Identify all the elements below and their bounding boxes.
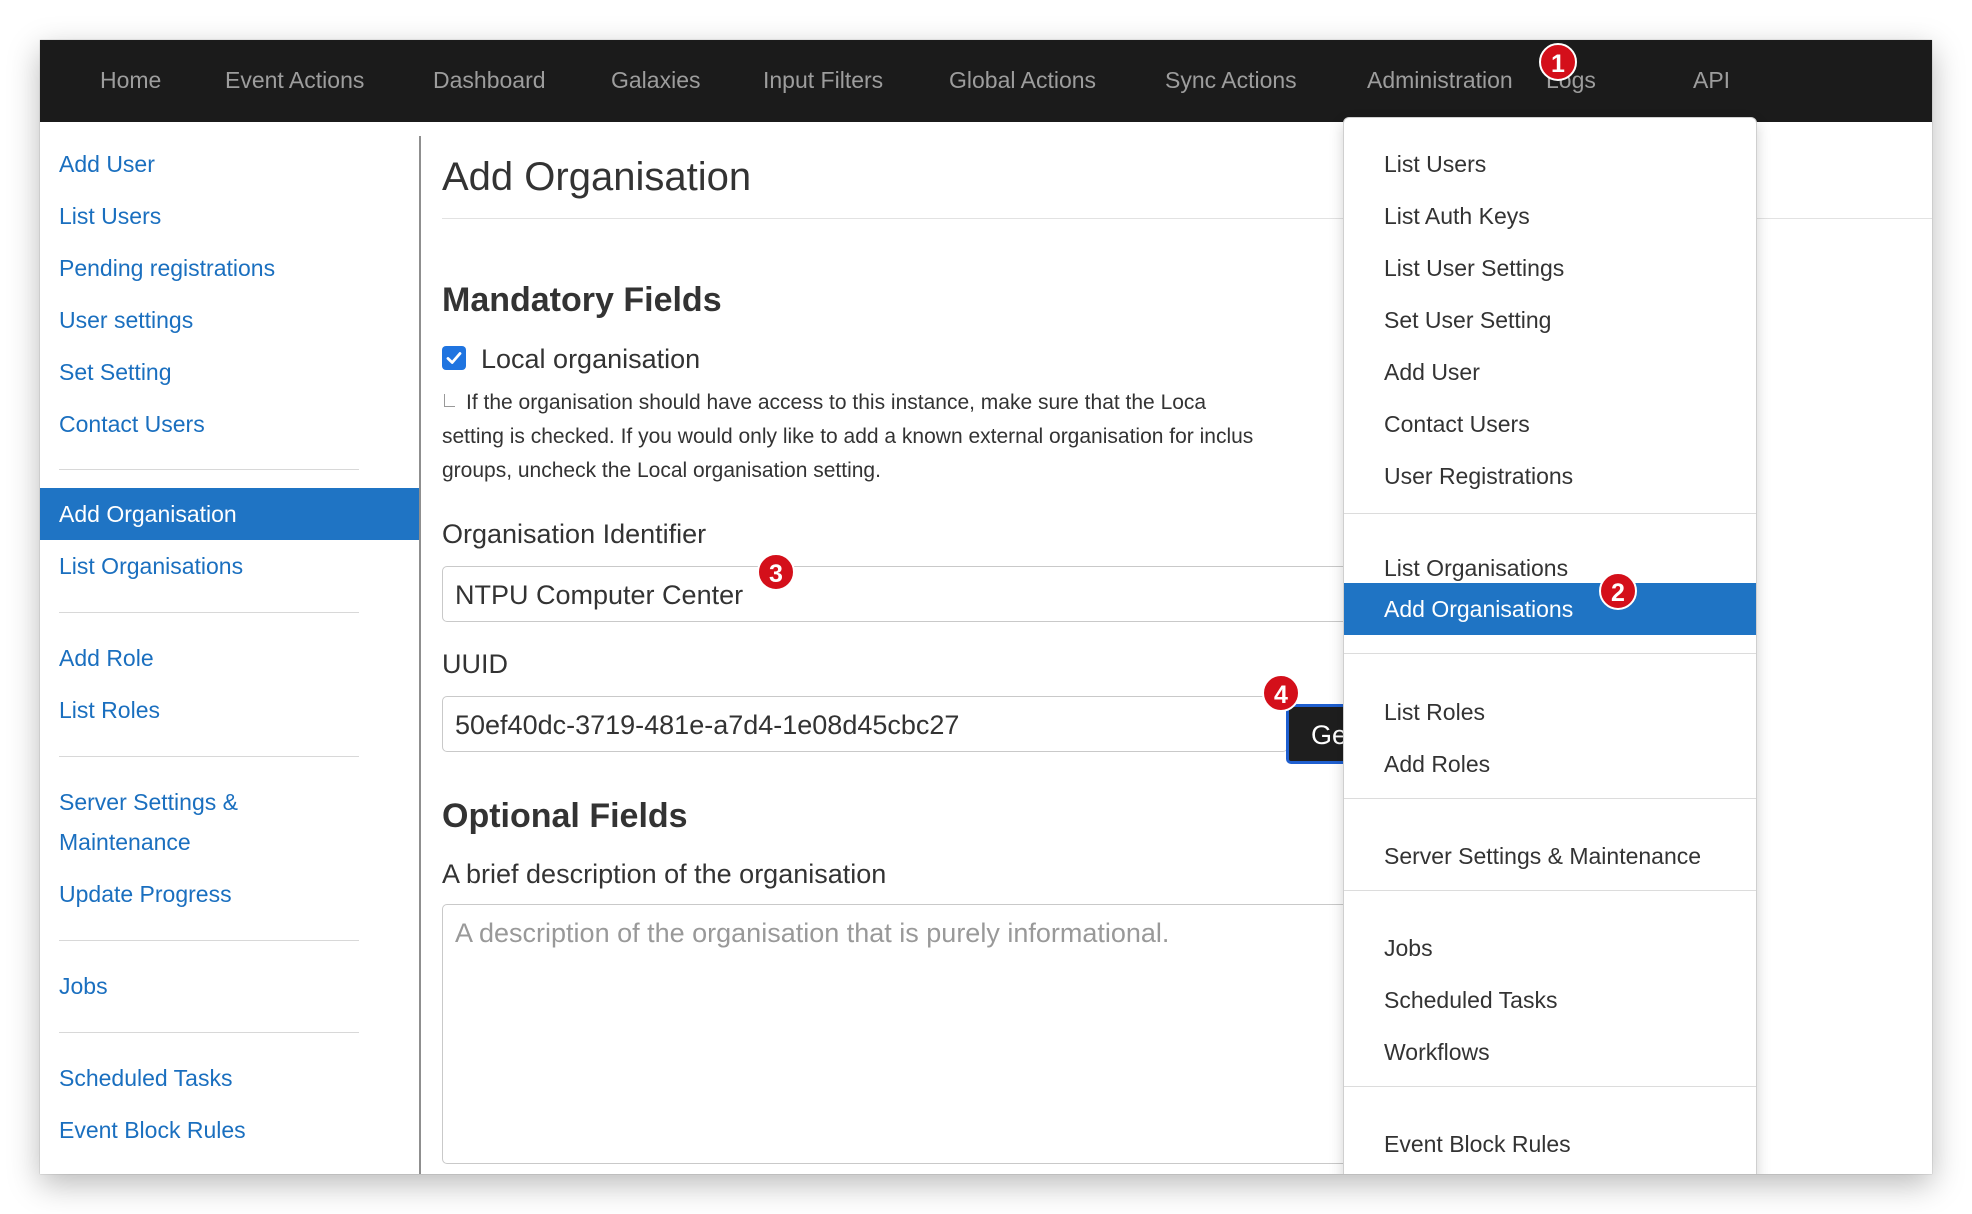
optional-fields-heading: Optional Fields [442,797,688,835]
sidebar-item-list-organisations[interactable]: List Organisations [59,552,243,580]
menu-item-list-organisations[interactable]: List Organisations [1384,554,1568,582]
sidebar-item-set-setting[interactable]: Set Setting [59,358,172,386]
menu-item-add-user[interactable]: Add User [1384,358,1480,386]
sidebar-item-label: Add Organisation [59,501,237,527]
sidebar-divider [59,612,359,613]
menu-item-event-block-rules[interactable]: Event Block Rules [1384,1130,1571,1158]
nav-sync-actions[interactable]: Sync Actions [1165,66,1297,94]
nav-home[interactable]: Home [100,66,161,94]
menu-divider [1344,513,1756,514]
mandatory-fields-heading: Mandatory Fields [442,281,722,319]
sidebar-item-scheduled-tasks[interactable]: Scheduled Tasks [59,1064,232,1092]
sidebar-item-list-users[interactable]: List Users [59,202,161,230]
menu-item-contact-users[interactable]: Contact Users [1384,410,1530,438]
sidebar-divider [59,469,359,470]
menu-divider [1344,1086,1756,1087]
local-organisation-checkbox[interactable] [442,346,466,370]
org-identifier-label: Organisation Identifier [442,519,707,549]
menu-divider [1344,798,1756,799]
menu-item-list-auth-keys[interactable]: List Auth Keys [1384,202,1530,230]
sidebar-item-contact-users[interactable]: Contact Users [59,410,205,438]
annotation-marker-1: 1 [1539,43,1577,81]
uuid-input[interactable]: 50ef40dc-3719-481e-a7d4-1e08d45cbc27 [442,696,1288,752]
org-identifier-input[interactable]: NTPU Computer Center [442,566,1442,622]
sidebar-divider [59,1032,359,1033]
local-organisation-label[interactable]: Local organisation [481,343,700,375]
org-identifier-value: NTPU Computer Center [455,580,744,610]
sidebar-item-jobs[interactable]: Jobs [59,972,108,1000]
menu-item-workflows[interactable]: Workflows [1384,1038,1490,1066]
menu-item-server-settings-maintenance[interactable]: Server Settings & Maintenance [1384,842,1701,870]
menu-item-list-user-settings[interactable]: List User Settings [1384,254,1564,282]
hint-text-line-2: setting is checked. If you would only li… [442,425,1254,448]
sidebar-item-update-progress[interactable]: Update Progress [59,880,232,908]
menu-item-scheduled-tasks[interactable]: Scheduled Tasks [1384,986,1557,1014]
menu-item-list-users[interactable]: List Users [1384,150,1486,178]
annotation-marker-2: 2 [1599,572,1637,610]
page-title: Add Organisation [442,155,752,199]
description-placeholder: A description of the organisation that i… [455,918,1170,948]
sidebar-item-pending-registrations[interactable]: Pending registrations [59,254,275,282]
menu-divider [1344,890,1756,891]
menu-item-add-roles[interactable]: Add Roles [1384,750,1490,778]
nav-administration[interactable]: Administration [1367,66,1513,94]
app-window: Home Event Actions Dashboard Galaxies In… [40,40,1932,1174]
menu-item-jobs[interactable]: Jobs [1384,934,1433,962]
nav-global-actions[interactable]: Global Actions [949,66,1096,94]
nav-api[interactable]: API [1693,66,1730,94]
annotation-marker-3: 3 [757,553,795,591]
sidebar-item-server-settings[interactable]: Server Settings & [59,788,238,816]
administration-dropdown-menu: List Users List Auth Keys List User Sett… [1343,117,1757,1174]
sidebar-item-add-role[interactable]: Add Role [59,644,154,672]
menu-item-set-user-setting[interactable]: Set User Setting [1384,306,1551,334]
hint-text-line-1: If the organisation should have access t… [466,391,1207,414]
sidebar-item-list-roles[interactable]: List Roles [59,696,160,724]
nav-event-actions[interactable]: Event Actions [225,66,364,94]
nav-input-filters[interactable]: Input Filters [763,66,883,94]
menu-divider [1344,653,1756,654]
sidebar-divider [59,756,359,757]
uuid-value: 50ef40dc-3719-481e-a7d4-1e08d45cbc27 [455,710,960,740]
menu-item-list-roles[interactable]: List Roles [1384,698,1485,726]
top-navbar: Home Event Actions Dashboard Galaxies In… [40,40,1932,122]
generate-button-label: Ge [1311,720,1348,750]
sidebar-item-add-organisation[interactable]: Add Organisation [40,488,419,540]
annotation-marker-4: 4 [1262,674,1300,712]
checkmark-icon [446,352,462,364]
menu-item-add-organisations[interactable]: Add Organisations [1344,583,1756,635]
menu-item-user-registrations[interactable]: User Registrations [1384,462,1573,490]
sidebar-divider [59,940,359,941]
nav-dashboard[interactable]: Dashboard [433,66,546,94]
hint-text-line-3: groups, uncheck the Local organisation s… [442,459,881,482]
uuid-label: UUID [442,649,508,679]
sidebar-item-user-settings[interactable]: User settings [59,306,193,334]
hint-corner-icon [444,394,455,407]
sidebar-border [419,136,421,1174]
sidebar-item-server-settings-line2[interactable]: Maintenance [59,828,191,856]
description-label: A brief description of the organisation [442,859,887,889]
sidebar-item-event-block-rules[interactable]: Event Block Rules [59,1116,246,1144]
menu-item-label: Add Organisations [1384,596,1574,622]
nav-galaxies[interactable]: Galaxies [611,66,700,94]
sidebar-item-add-user[interactable]: Add User [59,150,155,178]
